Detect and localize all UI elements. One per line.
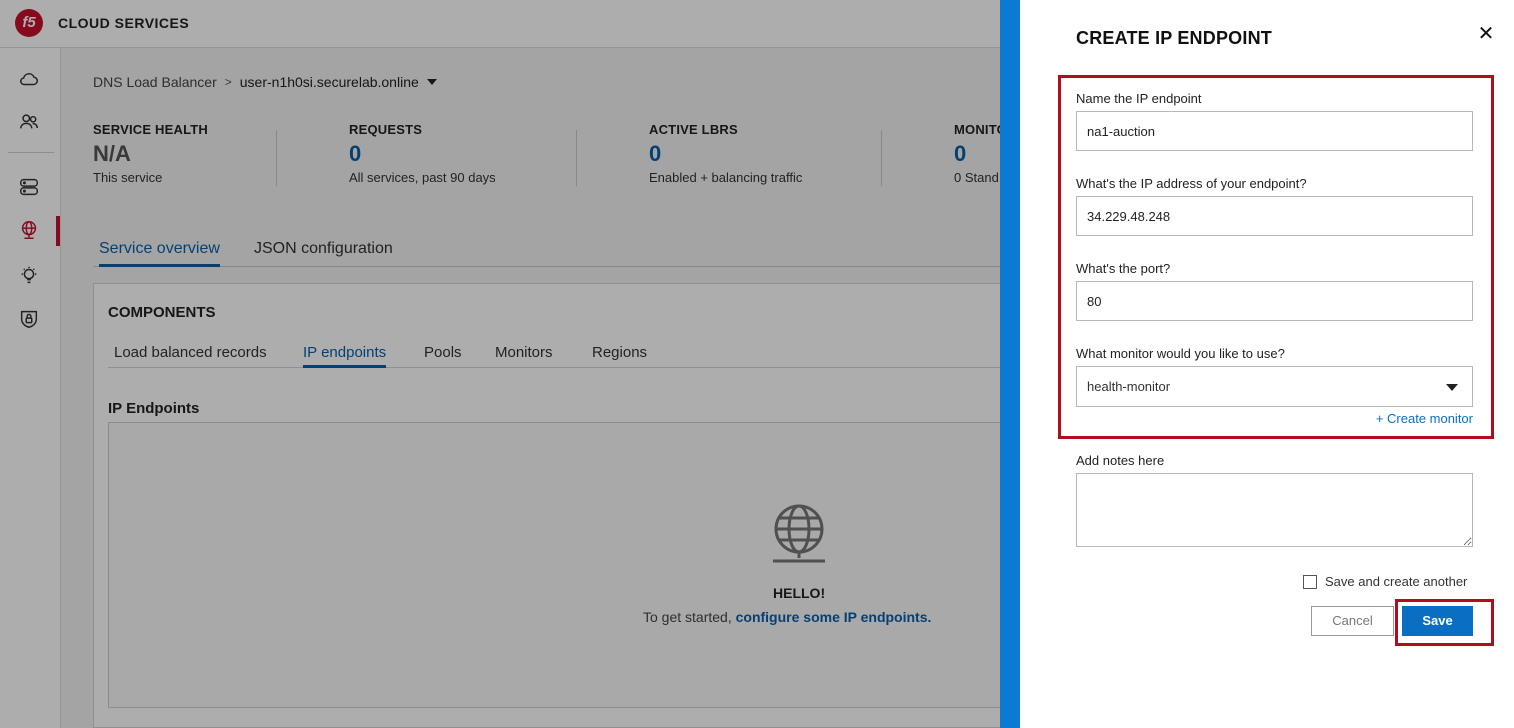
- drawer-accent-edge: [1000, 0, 1020, 728]
- notes-label: Add notes here: [1076, 453, 1165, 468]
- caret-down-icon: [1446, 384, 1458, 391]
- ip-address-input[interactable]: [1076, 196, 1473, 236]
- port-input[interactable]: [1076, 281, 1473, 321]
- create-monitor-link[interactable]: + Create monitor: [1360, 411, 1473, 426]
- monitor-label: What monitor would you like to use?: [1076, 346, 1285, 361]
- drawer-title: CREATE IP ENDPOINT: [1076, 28, 1272, 48]
- close-icon[interactable]: ✕: [1476, 24, 1496, 44]
- cancel-button[interactable]: Cancel: [1311, 606, 1394, 636]
- port-label: What's the port?: [1076, 261, 1171, 276]
- save-and-create-another-row[interactable]: Save and create another: [1303, 574, 1467, 589]
- ip-label: What's the IP address of your endpoint?: [1076, 176, 1307, 191]
- notes-textarea[interactable]: [1076, 473, 1473, 547]
- name-label: Name the IP endpoint: [1076, 91, 1202, 106]
- save-button[interactable]: Save: [1402, 606, 1473, 636]
- save-and-create-another-checkbox[interactable]: [1303, 574, 1317, 589]
- create-ip-endpoint-drawer: CREATE IP ENDPOINT ✕ Name the IP endpoin…: [1020, 0, 1514, 728]
- endpoint-name-input[interactable]: [1076, 111, 1473, 151]
- monitor-select-value: health-monitor: [1087, 379, 1171, 394]
- monitor-select[interactable]: health-monitor: [1076, 366, 1473, 407]
- save-and-create-another-label: Save and create another: [1325, 574, 1468, 589]
- modal-overlay[interactable]: [0, 0, 1000, 728]
